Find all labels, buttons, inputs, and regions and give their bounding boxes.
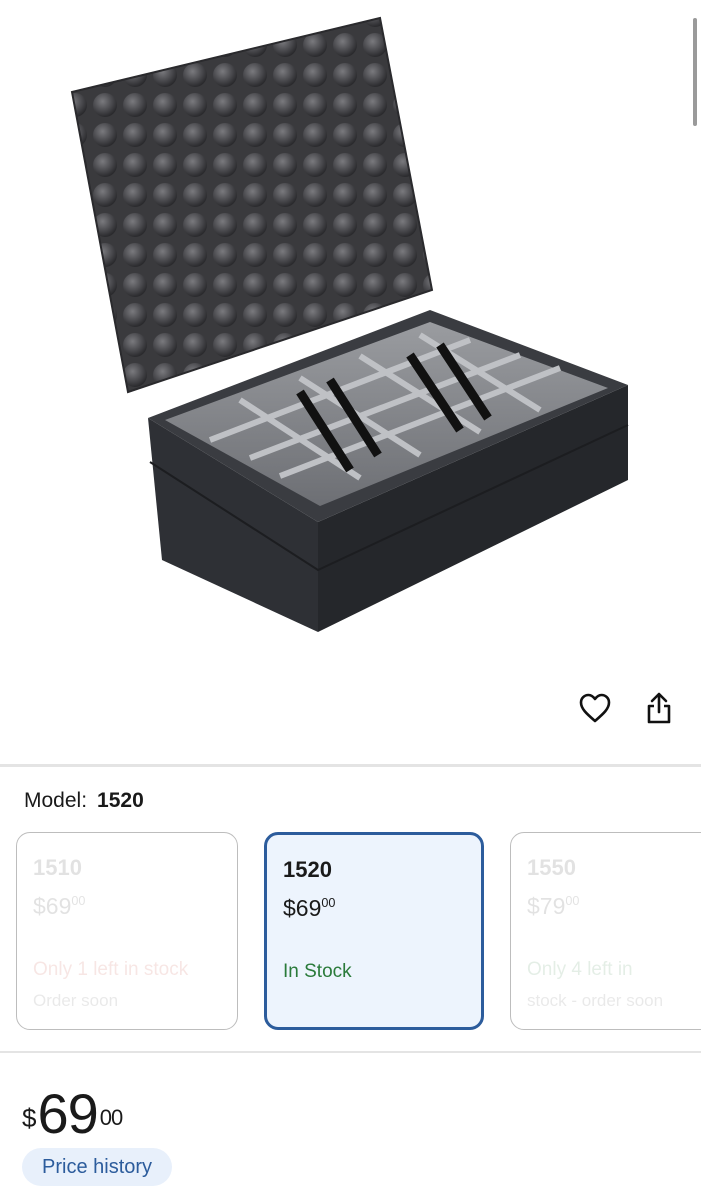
variant-title: 1520 — [283, 857, 332, 882]
variant-card-1520[interactable]: 1520 $6900 In Stock — [264, 832, 484, 1030]
product-actions — [0, 688, 701, 732]
price-main: 69 — [37, 1082, 98, 1145]
variant-stock: Only 1 left in stock — [33, 959, 189, 980]
variant-price: $7900 — [527, 893, 580, 919]
section-divider — [0, 1051, 701, 1053]
price-currency: $ — [22, 1103, 37, 1133]
model-selector-label: Model: 1520 — [24, 789, 144, 813]
model-label: Model: — [24, 789, 88, 812]
variant-stock: In Stock — [283, 961, 352, 982]
price-history-label: Price history — [42, 1155, 153, 1178]
variant-price: $6900 — [283, 895, 336, 921]
share-icon[interactable] — [639, 688, 679, 728]
section-divider — [0, 764, 701, 767]
product-price: $6900 — [22, 1082, 124, 1145]
variant-stock: Only 4 left in — [527, 959, 633, 980]
product-image[interactable] — [0, 0, 701, 690]
variant-extra: Order soon — [33, 991, 119, 1010]
price-cents: 00 — [99, 1105, 124, 1130]
heart-icon[interactable] — [575, 688, 615, 728]
model-value: 1520 — [97, 789, 144, 812]
variant-title: 1510 — [33, 855, 82, 880]
variant-extra: stock - order soon — [527, 991, 664, 1010]
price-history-button[interactable]: Price history — [22, 1148, 173, 1186]
variant-title: 1550 — [527, 855, 576, 880]
variant-card-1550[interactable]: 1550 $7900 Only 4 left in stock - order … — [510, 832, 701, 1030]
variant-card-1510[interactable]: 1510 $6900 Only 1 left in stock Order so… — [16, 832, 238, 1030]
variant-price: $6900 — [33, 893, 86, 919]
